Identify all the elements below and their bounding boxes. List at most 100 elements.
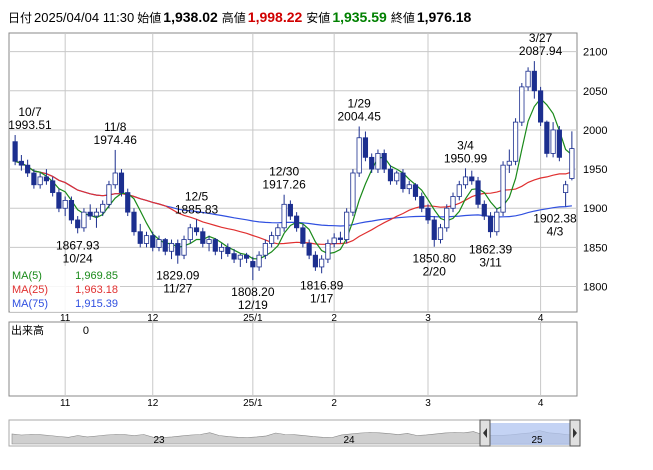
candle-body	[12, 141, 18, 162]
candle-body	[419, 196, 425, 209]
candle-body	[406, 184, 412, 190]
candle-body	[369, 156, 375, 170]
candle-body	[187, 227, 193, 240]
candle-body	[556, 129, 562, 158]
legend-label: MA(5)	[12, 270, 42, 282]
candle-body	[356, 137, 362, 174]
candle-body	[469, 176, 475, 182]
x-tick-label: 3	[425, 313, 431, 324]
x-tick-label: 12	[147, 313, 159, 324]
annotation-date: 11/8	[104, 120, 127, 134]
candle-body	[218, 246, 225, 252]
candle-body	[512, 121, 519, 162]
annotation-date: 1/29	[348, 96, 372, 110]
volume-value: 0	[83, 325, 89, 337]
candle-body	[569, 148, 575, 179]
candle-body	[50, 180, 56, 193]
annotation-value: 1867.93	[56, 238, 100, 252]
candle-body	[118, 172, 125, 193]
candle-body	[62, 199, 68, 209]
candle-body	[281, 203, 287, 229]
candle-body	[381, 153, 387, 170]
y-tick-label: 1800	[583, 282, 607, 294]
candle-body	[531, 70, 537, 92]
volume-panel-frame	[8, 321, 578, 397]
x-tick-label-volume: 4	[538, 398, 544, 409]
candle-body	[231, 253, 237, 260]
candlestick-chart: 2100205020001950190018501800 11 12 25/1 2 3 4…	[8, 31, 607, 447]
navigator-label: 24	[343, 435, 355, 446]
annotation-value: 1885.83	[175, 202, 219, 216]
y-tick-label: 1950	[583, 164, 607, 176]
navigator-label: 25	[531, 435, 543, 446]
candle-body	[262, 243, 268, 256]
candle-body	[437, 227, 444, 240]
candle-body	[137, 231, 143, 244]
candle-body	[250, 261, 256, 268]
annotation-value: 1829.09	[156, 269, 200, 283]
candle-body	[400, 172, 406, 190]
candle-body	[500, 164, 506, 213]
candle-body	[387, 168, 394, 182]
annotation-value: 1917.26	[262, 178, 306, 192]
x-axis-volume: 11 12 25/1 2 3 4	[60, 398, 544, 409]
candle-body	[475, 180, 481, 205]
annotation-value: 1816.89	[300, 278, 344, 292]
candle-body	[162, 239, 168, 252]
candle-body	[93, 211, 100, 217]
candle-body	[425, 207, 431, 221]
x-tick-label: 11	[60, 313, 71, 324]
candle-body	[87, 211, 93, 217]
annotation-date: 10/7	[18, 105, 42, 119]
x-tick-label-volume: 11	[60, 398, 71, 409]
navigator-label: 23	[153, 435, 165, 446]
annotation-date: 2/20	[423, 265, 447, 279]
annotation-value: 2004.45	[337, 109, 381, 123]
x-tick-label: 25/1	[243, 313, 263, 324]
annotation-date: 4/3	[547, 224, 564, 238]
annotation-value: 1808.20	[231, 285, 275, 299]
candle-body	[331, 237, 337, 244]
annotation-value: 1850.80	[413, 252, 457, 266]
candle-body	[538, 90, 544, 123]
candle-body	[350, 172, 356, 213]
annotation-value: 1950.99	[444, 151, 488, 165]
legend-value: 1,969.85	[75, 270, 118, 282]
y-tick-label: 2100	[583, 47, 607, 59]
candle-body	[81, 211, 87, 229]
candle-body	[319, 258, 325, 268]
x-tick-label: 4	[538, 313, 544, 324]
annotation-value: 1862.39	[469, 243, 513, 257]
annotation-date: 1/17	[310, 291, 334, 305]
candle-body	[18, 160, 24, 166]
stock-chart-window: 日付 2025/04/04 11:30 始値 1,938.02 高値 1,998…	[0, 0, 653, 470]
candle-body	[200, 231, 206, 244]
x-tick-label-volume: 2	[331, 398, 337, 409]
x-tick-label: 2	[331, 313, 337, 324]
candle-body	[225, 246, 231, 255]
annotation-value: 1974.46	[94, 133, 138, 147]
candle-body	[287, 203, 293, 217]
candle-body	[112, 172, 118, 186]
annotation-date: 12/19	[238, 298, 268, 312]
annotation-value: 1902.38	[533, 211, 577, 225]
candle-body	[412, 184, 419, 197]
candle-body	[275, 227, 281, 237]
volume-label: 出来高	[11, 323, 44, 337]
candle-body	[494, 211, 500, 233]
candle-body	[300, 227, 306, 244]
candle-body	[150, 235, 156, 248]
candle-body	[68, 199, 75, 221]
candle-body	[256, 254, 262, 268]
candle-body	[269, 235, 275, 244]
candle-body	[312, 254, 318, 268]
candle-body	[294, 215, 300, 229]
y-tick-label: 1900	[583, 203, 607, 215]
legend-value: 1,915.39	[75, 298, 118, 310]
candle-body	[31, 172, 37, 186]
candle-body	[156, 239, 162, 248]
candle-body	[243, 254, 250, 259]
candle-body	[344, 211, 350, 240]
candle-body	[56, 192, 62, 209]
candle-body	[212, 239, 218, 252]
